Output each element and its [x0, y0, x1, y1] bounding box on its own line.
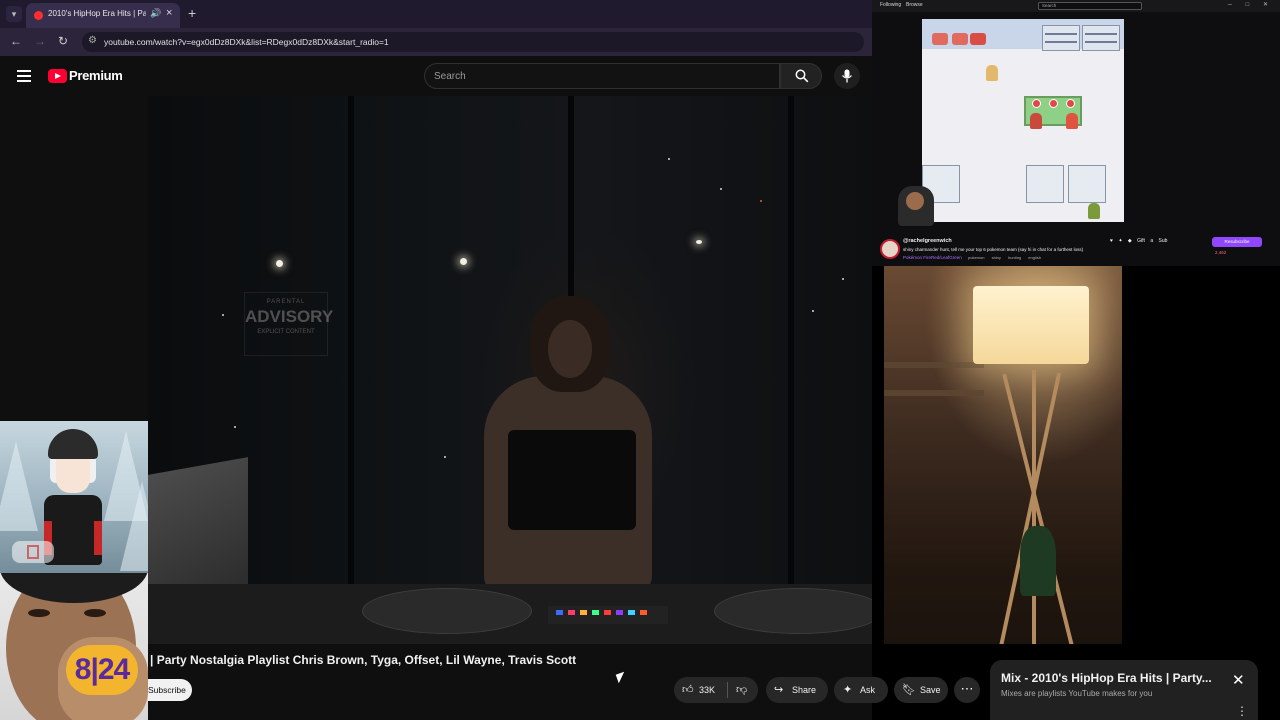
search-icon [795, 69, 809, 83]
turntable-left [362, 588, 532, 634]
sparkle-icon: ✦ [843, 684, 853, 696]
share-label: Share [792, 685, 817, 695]
gift-sub-label: Gift a Sub [1137, 238, 1168, 244]
bookmark-icon: 🔖︎ [902, 684, 916, 696]
poster-line-2: ADVISORY [245, 307, 334, 326]
stream-title: shiny charmander hunt, tell me your top … [903, 247, 1084, 252]
streamer-avatar[interactable] [880, 239, 900, 259]
mix-subtitle: Mixes are playlists YouTube makes for yo… [1001, 689, 1153, 698]
stream-info-bar: @rachelgreenwich shiny charmander hunt, … [872, 234, 1280, 266]
share-icon: ↪ [774, 684, 784, 696]
poster-line-1: PARENTAL [266, 299, 306, 305]
site-info-icon[interactable]: ⚙ [88, 35, 97, 46]
reload-icon[interactable]: ↻ [58, 34, 68, 48]
save-button[interactable]: 🔖︎ Save [894, 677, 948, 703]
youtube-header: Premium [0, 56, 872, 96]
like-dislike-group: 👍︎ 33K 👎︎ [674, 677, 758, 703]
address-bar[interactable]: ⚙ youtube.com/watch?v=egx0dDz8DXk&list=R… [82, 32, 864, 52]
stream-tab-browse[interactable]: Browse [906, 2, 923, 8]
search-input[interactable] [434, 68, 764, 84]
mix-playlist-panel[interactable]: Mix - 2010's HipHop Era Hits | Party... … [990, 660, 1258, 720]
stream-topbar: Following Browse Search ─ □ ✕ [872, 0, 1280, 12]
tab-search-icon[interactable]: ▾ [6, 6, 22, 22]
youtube-logo-icon[interactable] [48, 69, 67, 83]
avatar-webcam [0, 421, 148, 573]
turntable-right [714, 588, 872, 634]
search-box [424, 63, 780, 89]
thumbs-up-icon[interactable]: 👍︎ [682, 683, 694, 696]
poster-line-3: EXPLICIT CONTENT [257, 329, 315, 335]
url-text[interactable]: youtube.com/watch?v=egx0dDz8DXk&list=RDe… [104, 37, 389, 47]
viewer-count: 2,462 [1215, 250, 1227, 255]
mix-title[interactable]: Mix - 2010's HipHop Era Hits | Party... [1001, 671, 1221, 685]
plant [1020, 526, 1056, 596]
browser-toolbar: ← → ↻ ⚙ youtube.com/watch?v=egx0dDz8DXk&… [0, 28, 872, 56]
streamer-name[interactable]: @rachelgreenwich [903, 238, 952, 244]
video-title: | Party Nostalgia Playlist Chris Brown, … [150, 653, 577, 667]
window-controls[interactable]: ─ □ ✕ [1228, 1, 1274, 8]
tab-youtube[interactable]: 2010's HipHop Era Hits | Pa 🔊 × [26, 3, 180, 28]
thumbs-down-icon[interactable]: 👎︎ [736, 683, 747, 696]
parental-advisory-poster: PARENTAL ADVISORY EXPLICIT CONTENT [244, 292, 334, 356]
save-label: Save [920, 685, 941, 695]
close-tab-icon[interactable]: × [166, 7, 172, 19]
jersey-number: 8|24 [66, 645, 138, 695]
share-button[interactable]: ↪ Share [766, 677, 828, 703]
lamp-shade [973, 286, 1089, 364]
search-button[interactable] [780, 63, 822, 89]
kebab-menu-icon[interactable]: ⋮ [1236, 704, 1248, 718]
face-webcam: 8|24 [0, 573, 148, 720]
youtube-favicon-icon [34, 11, 43, 20]
new-tab-icon[interactable]: + [188, 5, 196, 21]
dj-controller [548, 606, 668, 624]
more-options-icon[interactable]: ⋯ [954, 677, 980, 703]
tab-title: 2010's HipHop Era Hits | Pa [48, 9, 146, 18]
ask-label: Ask [860, 685, 876, 695]
stream-tags[interactable]: pokemon shiny hunting english [968, 255, 1041, 260]
close-icon[interactable]: ✕ [1232, 671, 1245, 689]
microphone-icon [842, 69, 852, 83]
stream-search-placeholder: Search [1042, 3, 1057, 8]
pokemon-game-view[interactable] [922, 19, 1124, 222]
back-arrow-icon[interactable]: ← [10, 34, 22, 48]
stream-search-input[interactable]: Search [1038, 2, 1142, 10]
hamburger-menu-icon[interactable] [17, 70, 31, 82]
video-player[interactable]: PARENTAL ADVISORY EXPLICIT CONTENT [148, 96, 872, 644]
subscribe-button[interactable]: Subscribe [148, 679, 192, 701]
desktop: ▾ 2010's HipHop Era Hits | Pa 🔊 × + ← → … [0, 0, 1280, 720]
ask-button[interactable]: ✦ Ask [834, 677, 888, 703]
youtube-premium-label[interactable]: Premium [69, 68, 123, 83]
like-count[interactable]: 33K [699, 685, 715, 695]
stream-category[interactable]: Pokémon FireRed/LeafGreen [903, 255, 962, 260]
forward-arrow-icon[interactable]: → [34, 34, 46, 48]
voice-search-button[interactable] [834, 63, 860, 89]
tab-bar: ▾ 2010's HipHop Era Hits | Pa 🔊 × + [0, 0, 872, 28]
lamp-room-photo [884, 266, 1122, 644]
resubscribe-button[interactable]: Resubscribe [1212, 237, 1262, 247]
speaker-icon[interactable]: 🔊 [150, 8, 161, 19]
gift-sub-button[interactable]: ♥ ✦ ◆ Gift a Sub [1110, 238, 1167, 244]
stream-tab-following[interactable]: Following [880, 2, 901, 8]
